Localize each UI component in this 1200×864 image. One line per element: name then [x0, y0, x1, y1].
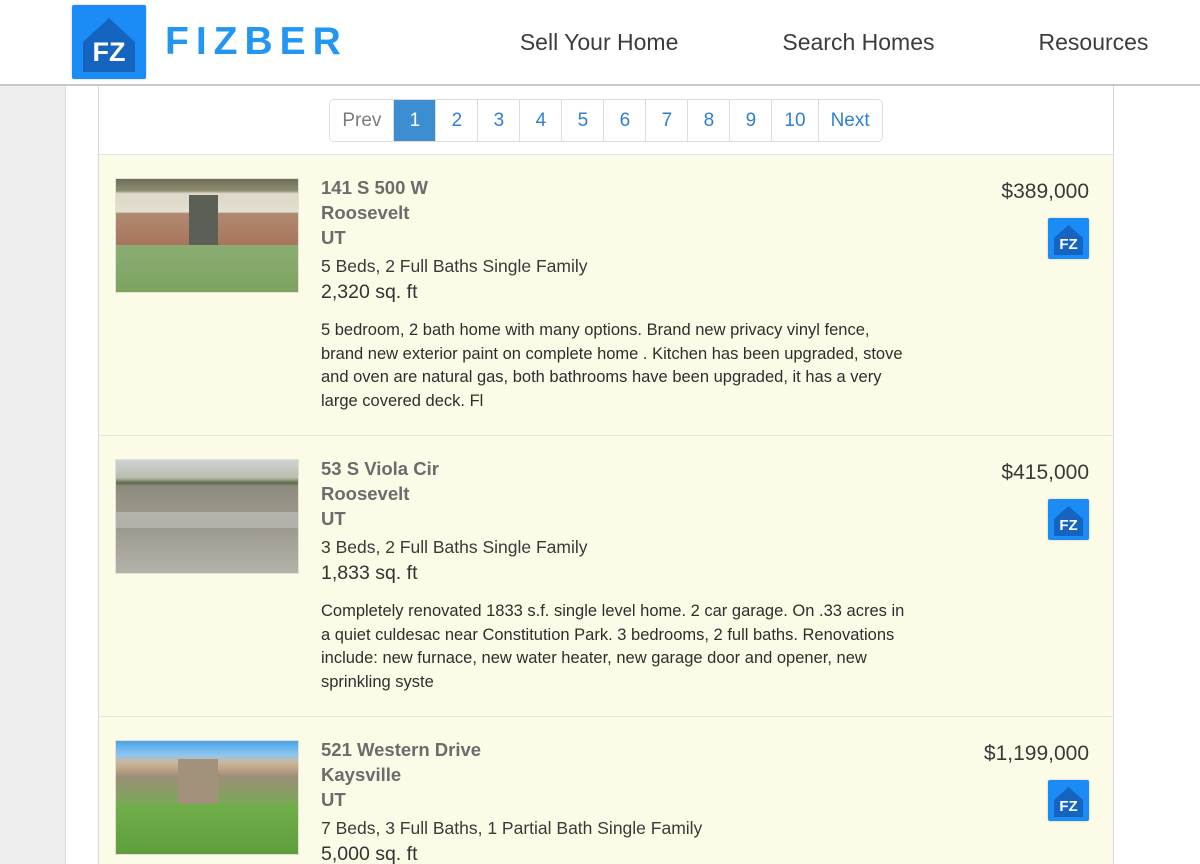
badge-text: FZ [1059, 236, 1078, 253]
logo-badge-text: FZ [92, 37, 126, 67]
listing-row[interactable]: 53 S Viola Cir Roosevelt UT 3 Beds, 2 Fu… [99, 436, 1113, 717]
listing-address[interactable]: 141 S 500 W [321, 175, 907, 200]
listing-sqft: 5,000 sq. ft [321, 843, 418, 864]
listing-details: 521 Western Drive Kaysville UT 7 Beds, 3… [299, 737, 917, 864]
pagination-bar: Prev 1 2 3 4 5 6 7 8 9 10 Next [99, 86, 1113, 155]
listing-state: UT [321, 789, 346, 810]
brand-name: FIZBER [165, 20, 348, 63]
pagination-page-3[interactable]: 3 [478, 99, 521, 141]
listing-state: UT [321, 508, 346, 529]
listing-description: 5 bedroom, 2 bath home with many options… [321, 321, 903, 410]
listing-specs: 5 Beds, 2 Full Baths Single Family [321, 256, 588, 276]
listing-specs: 7 Beds, 3 Full Baths, 1 Partial Bath Sin… [321, 818, 703, 838]
property-photo-icon[interactable] [115, 740, 299, 855]
listing-address[interactable]: 53 S Viola Cir [321, 456, 907, 481]
listing-price: $415,000 [1001, 461, 1089, 484]
listing-row[interactable]: 141 S 500 W Roosevelt UT 5 Beds, 2 Full … [99, 155, 1113, 436]
listing-state: UT [321, 227, 346, 248]
pagination-page-4[interactable]: 4 [520, 99, 563, 141]
page-body: Prev 1 2 3 4 5 6 7 8 9 10 Next 141 S 500… [0, 86, 1200, 864]
listing-details: 53 S Viola Cir Roosevelt UT 3 Beds, 2 Fu… [299, 456, 917, 694]
listing-description: Completely renovated 1833 s.f. single le… [321, 602, 905, 691]
site-header: FZ FIZBER Sell Your Home Search Homes Re… [0, 0, 1200, 86]
pagination-prev[interactable]: Prev [330, 99, 395, 141]
pagination-page-8[interactable]: 8 [688, 99, 731, 141]
listing-price: $389,000 [1001, 180, 1089, 203]
listing-aside: $415,000 FZ [917, 456, 1089, 694]
fizber-badge-icon[interactable]: FZ [1048, 218, 1089, 259]
nav-link-resources[interactable]: Resources [1039, 29, 1149, 56]
listing-sqft: 1,833 sq. ft [321, 562, 418, 584]
listing-specs: 3 Beds, 2 Full Baths Single Family [321, 537, 588, 557]
listing-aside: $1,199,000 FZ [917, 737, 1089, 864]
brand-logo[interactable]: FZ FIZBER [72, 5, 348, 79]
pagination-page-5[interactable]: 5 [562, 99, 605, 141]
pagination-page-7[interactable]: 7 [646, 99, 689, 141]
fizber-badge-icon[interactable]: FZ [1048, 499, 1089, 540]
pagination-page-1[interactable]: 1 [394, 99, 437, 141]
listing-details: 141 S 500 W Roosevelt UT 5 Beds, 2 Full … [299, 175, 917, 413]
pagination-page-9[interactable]: 9 [730, 99, 773, 141]
pagination-next[interactable]: Next [818, 99, 882, 141]
nav-link-search-homes[interactable]: Search Homes [782, 29, 934, 56]
listing-address[interactable]: 521 Western Drive [321, 737, 907, 762]
left-rail [0, 86, 66, 864]
search-results-card: Prev 1 2 3 4 5 6 7 8 9 10 Next 141 S 500… [98, 86, 1114, 864]
listing-sqft: 2,320 sq. ft [321, 281, 418, 303]
nav-link-sell-your-home[interactable]: Sell Your Home [520, 29, 679, 56]
fizber-badge-icon[interactable]: FZ [1048, 780, 1089, 821]
listing-row[interactable]: 521 Western Drive Kaysville UT 7 Beds, 3… [99, 717, 1113, 864]
listing-city: Roosevelt [321, 483, 410, 504]
listing-city: Roosevelt [321, 202, 410, 223]
listing-list: 141 S 500 W Roosevelt UT 5 Beds, 2 Full … [99, 155, 1113, 864]
listing-aside: $389,000 FZ [917, 175, 1089, 413]
listing-city: Kaysville [321, 764, 402, 785]
fizber-logo-icon[interactable]: FZ [72, 5, 146, 79]
badge-text: FZ [1059, 517, 1078, 534]
property-photo-icon[interactable] [115, 178, 299, 293]
pagination-page-2[interactable]: 2 [436, 99, 479, 141]
property-photo-icon[interactable] [115, 459, 299, 574]
pagination-page-10[interactable]: 10 [772, 99, 819, 141]
pagination: Prev 1 2 3 4 5 6 7 8 9 10 Next [329, 98, 883, 142]
listing-price: $1,199,000 [983, 742, 1089, 765]
badge-text: FZ [1059, 798, 1078, 815]
main-navigation: Sell Your Home Search Homes Resources [520, 29, 1149, 56]
pagination-page-6[interactable]: 6 [604, 99, 647, 141]
